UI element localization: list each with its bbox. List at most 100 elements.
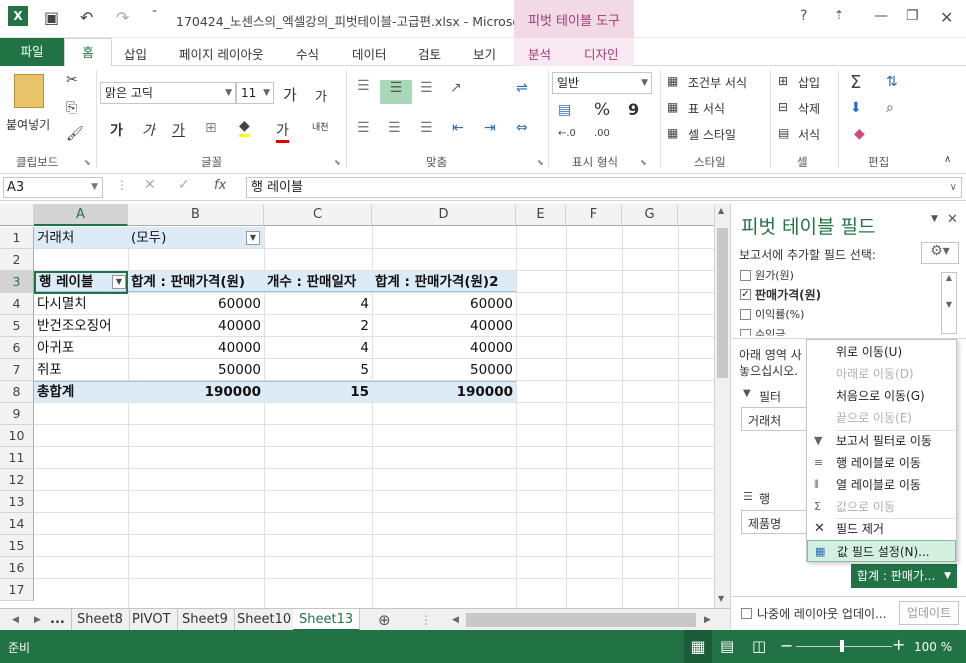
col-header-d[interactable]: D	[372, 204, 516, 226]
col-header-g[interactable]: G	[622, 204, 678, 226]
tab-analyze[interactable]: 분석	[528, 44, 551, 63]
close-button[interactable]: ✕	[940, 8, 953, 27]
align-middle-icon[interactable]: ☰	[380, 80, 412, 104]
sheet-tab-sheet10[interactable]: Sheet10	[231, 609, 299, 631]
normal-view-icon[interactable]: ▦	[684, 630, 712, 663]
increase-indent-icon[interactable]: ⇥	[484, 120, 496, 136]
cut-icon[interactable]: ✂	[66, 72, 78, 88]
pane-options-icon[interactable]: ▼	[931, 214, 938, 224]
pivot-cell[interactable]: 4	[264, 293, 372, 315]
scroll-left-icon[interactable]: ◀	[446, 609, 465, 631]
phonetic-button[interactable]: 내천	[312, 120, 329, 133]
delete-cells-icon[interactable]: ⊟	[778, 100, 788, 114]
enter-icon[interactable]: ✓	[178, 177, 190, 193]
increase-decimal-icon[interactable]: ←.0	[558, 128, 576, 139]
format-painter-icon[interactable]: 🖌	[66, 126, 84, 142]
zoom-out-icon[interactable]: −	[780, 636, 793, 655]
autosum-icon[interactable]: Σ	[850, 72, 861, 93]
ribbon-display-icon[interactable]: ⇡	[834, 8, 844, 22]
fill-icon[interactable]: ⬇	[850, 100, 862, 116]
pivot-cell[interactable]: 40000	[128, 337, 264, 359]
row-header[interactable]: 10	[0, 425, 34, 447]
undo-icon[interactable]: ↶	[80, 8, 93, 27]
pivot-cell[interactable]: 4	[264, 337, 372, 359]
field-name[interactable]: 판매가격(원)	[755, 286, 821, 303]
menu-item-move-to-beginning[interactable]: 처음으로 이동(G)	[807, 385, 956, 407]
format-table-icon[interactable]: ▦	[667, 100, 678, 114]
clipboard-launcher-icon[interactable]: ⬊	[84, 158, 91, 167]
pivot-value-header[interactable]: 합계 : 판매가격(원)2	[372, 271, 516, 293]
row-header[interactable]: 12	[0, 469, 34, 491]
pivot-row-label[interactable]: 쥐포	[34, 359, 128, 381]
prev-sheet-icon[interactable]: ◀	[6, 609, 25, 631]
align-left-icon[interactable]: ☰	[357, 120, 370, 136]
paste-icon[interactable]	[14, 74, 44, 108]
tab-page-layout[interactable]: 페이지 레이아웃	[179, 44, 263, 63]
tab-data[interactable]: 데이터	[352, 44, 387, 63]
horizontal-scroll-thumb[interactable]	[466, 613, 696, 627]
paste-button[interactable]: 붙여넣기	[6, 116, 50, 133]
pivot-filter-label[interactable]: 거래처	[34, 227, 128, 249]
pivot-value-header[interactable]: 개수 : 판매일자	[264, 271, 372, 293]
collapse-ribbon-icon[interactable]: ∧	[944, 154, 951, 165]
pivot-value-header[interactable]: 합계 : 판매가격(원)	[128, 271, 264, 293]
field-checkbox[interactable]: ✓	[740, 289, 751, 300]
row-header[interactable]: 6	[0, 337, 34, 359]
page-layout-view-icon[interactable]: ▤	[720, 637, 734, 655]
row-header[interactable]: 5	[0, 315, 34, 337]
font-launcher-icon[interactable]: ⬊	[334, 158, 341, 167]
pivot-total-cell[interactable]: 15	[264, 381, 372, 403]
tab-home[interactable]: 홈	[64, 38, 112, 67]
zoom-level[interactable]: 100 %	[914, 640, 952, 654]
cancel-icon[interactable]: ✕	[144, 177, 156, 193]
pivot-cell[interactable]: 60000	[128, 293, 264, 315]
sheet-tab-pivot[interactable]: PIVOT	[126, 609, 178, 631]
row-header[interactable]: 16	[0, 557, 34, 579]
alignment-launcher-icon[interactable]: ⬊	[537, 158, 544, 167]
insert-cells-button[interactable]: 삽입	[798, 74, 820, 91]
menu-item-move-up[interactable]: 위로 이동(U)	[807, 341, 956, 363]
minimize-button[interactable]: —	[874, 8, 888, 24]
help-button[interactable]: ?	[800, 8, 807, 24]
pivot-total-cell[interactable]: 190000	[128, 381, 264, 403]
pivot-row-label[interactable]: 아귀포	[34, 337, 128, 359]
col-header-e[interactable]: E	[516, 204, 566, 226]
pivot-cell[interactable]: 40000	[372, 337, 516, 359]
row-header[interactable]: 9	[0, 403, 34, 425]
sheet-tab-sheet8[interactable]: Sheet8	[71, 609, 130, 631]
menu-item-value-field-settings[interactable]: ▦ 값 필드 설정(N)...	[807, 540, 956, 562]
find-select-icon[interactable]: ⌕	[886, 100, 894, 116]
gear-icon[interactable]: ⚙▾	[921, 242, 959, 264]
tab-insert[interactable]: 삽입	[124, 44, 147, 63]
field-name[interactable]: 이익률(%)	[755, 306, 804, 322]
align-bottom-icon[interactable]: ☰	[420, 80, 433, 96]
formula-input[interactable]: 행 레이블 ∨	[246, 177, 962, 198]
format-as-table-button[interactable]: 표 서식	[688, 100, 725, 117]
col-header-c[interactable]: C	[264, 204, 372, 226]
menu-item-move-to-rows[interactable]: ≡ 행 레이블로 이동	[807, 452, 956, 474]
shrink-font-button[interactable]: 가	[315, 86, 327, 105]
zoom-slider[interactable]	[796, 646, 892, 647]
field-checkbox[interactable]	[740, 270, 751, 281]
cell-styles-icon[interactable]: ▦	[667, 126, 678, 140]
align-top-icon[interactable]: ☰	[357, 78, 370, 94]
field-name[interactable]: 원가(원)	[755, 270, 794, 283]
pivot-cell[interactable]: 40000	[128, 315, 264, 337]
pivot-row-label[interactable]: 다시멸치	[34, 293, 128, 315]
row-header[interactable]: 8	[0, 381, 34, 403]
menu-item-move-to-filter[interactable]: ▼ 보고서 필터로 이동	[807, 430, 956, 452]
pivot-cell[interactable]: 50000	[372, 359, 516, 381]
row-header[interactable]: 1	[0, 227, 34, 249]
delete-cells-button[interactable]: 삭제	[798, 100, 820, 117]
field-checkbox[interactable]	[740, 329, 751, 336]
tab-view[interactable]: 보기	[473, 44, 496, 63]
tab-design[interactable]: 디자인	[584, 44, 619, 63]
merge-center-icon[interactable]: ⇔	[516, 120, 528, 136]
col-header-b[interactable]: B	[128, 204, 264, 226]
field-name[interactable]: 수익금	[755, 326, 785, 336]
row-header[interactable]: 4	[0, 293, 34, 315]
orientation-icon[interactable]: ↗	[450, 80, 462, 96]
cell-styles-button[interactable]: 셀 스타일	[688, 126, 736, 143]
comma-button[interactable]: 9	[628, 100, 639, 119]
borders-icon[interactable]: ⊞	[205, 120, 217, 136]
